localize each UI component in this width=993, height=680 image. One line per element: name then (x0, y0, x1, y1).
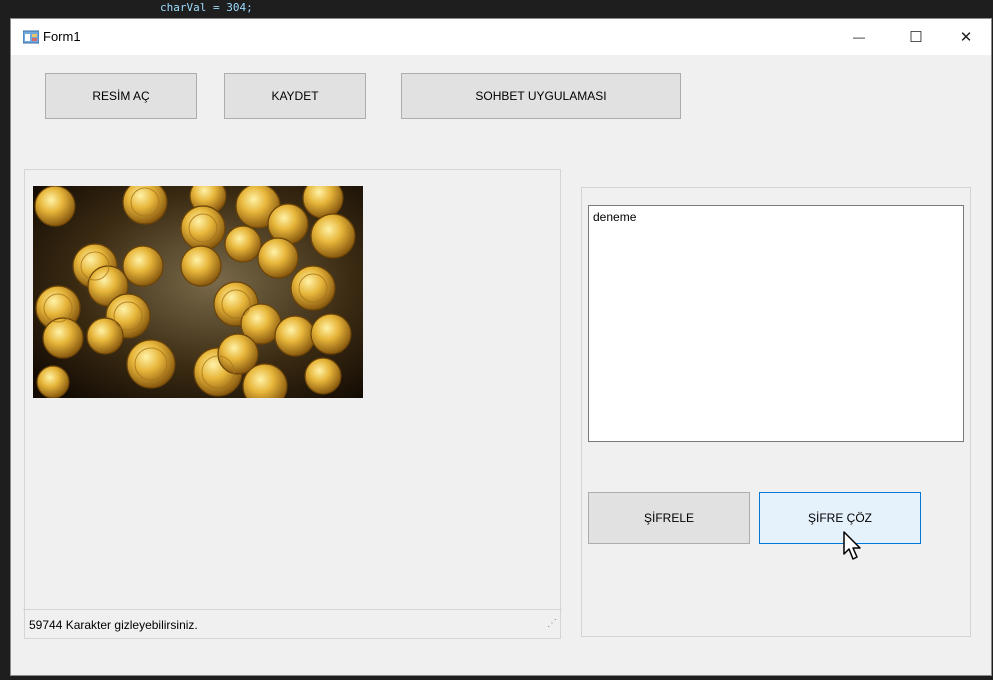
maximize-icon: ☐ (909, 29, 923, 46)
decrypt-label: ŞİFRE ÇÖZ (807, 511, 872, 525)
mouse-cursor-icon (843, 531, 861, 560)
gold-coins-image (33, 186, 363, 398)
image-panel (24, 169, 561, 639)
status-bar: 59744 Karakter gizleyebilirsiniz. ⋰ (23, 609, 562, 639)
title-bar[interactable]: Form1 — ☐ ✕ (11, 19, 991, 55)
encrypt-button[interactable]: ŞİFRELE (588, 492, 750, 544)
open-image-label: RESİM AÇ (92, 89, 150, 103)
maximize-button[interactable]: ☐ (893, 19, 939, 55)
message-panel: deneme ŞİFRELE ŞİFRE ÇÖZ (581, 187, 971, 637)
message-textbox[interactable]: deneme (588, 205, 964, 442)
gold-coins-picture (33, 186, 363, 398)
close-button[interactable]: ✕ (943, 19, 989, 55)
save-button[interactable]: KAYDET (224, 73, 366, 119)
open-image-button[interactable]: RESİM AÇ (45, 73, 197, 119)
form-app-icon (23, 30, 39, 44)
minimize-icon: — (853, 30, 865, 44)
size-grip-icon[interactable]: ⋰ (547, 618, 557, 629)
status-text: 59744 Karakter gizleyebilirsiniz. (29, 618, 198, 632)
chat-app-button[interactable]: SOHBET UYGULAMASI (401, 73, 681, 119)
form-window: Form1 — ☐ ✕ RESİM AÇ KAYDET SOHBET UYGUL… (10, 18, 992, 676)
window-title: Form1 (43, 29, 81, 44)
chat-app-label: SOHBET UYGULAMASI (475, 89, 607, 103)
minimize-button[interactable]: — (836, 19, 882, 55)
close-icon: ✕ (959, 29, 973, 46)
encrypt-label: ŞİFRELE (643, 511, 694, 525)
background-code-editor: charVal = 304; (0, 0, 993, 18)
background-code-line: charVal = 304; (160, 1, 253, 14)
save-label: KAYDET (271, 89, 319, 103)
